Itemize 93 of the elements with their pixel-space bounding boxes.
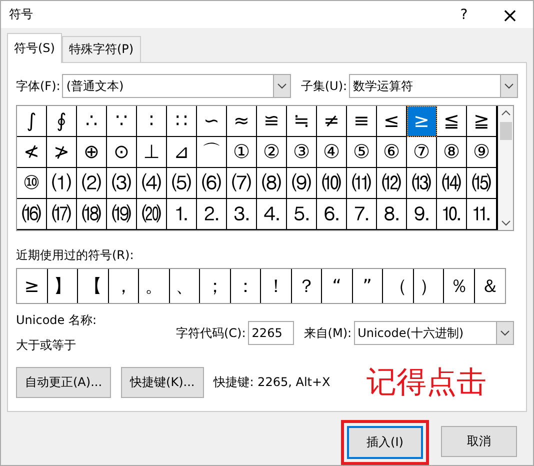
symbol-cell[interactable]: ∫: [17, 106, 47, 137]
symbol-cell[interactable]: ≌: [257, 106, 287, 137]
unicode-name: 大于或等于: [16, 337, 77, 354]
symbol-cell[interactable]: ⑵: [77, 168, 107, 199]
symbol-cell[interactable]: ⑿: [377, 168, 407, 199]
symbol-cell[interactable]: ⒄: [47, 199, 77, 230]
chevron-down-icon: [500, 330, 510, 336]
symbol-cell[interactable]: ⒀: [407, 168, 437, 199]
subset-label: 子集(U):: [300, 78, 348, 94]
symbol-cell[interactable]: ≦: [437, 106, 467, 137]
symbol-cell[interactable]: ⒂: [467, 168, 497, 199]
symbol-cell[interactable]: ①: [227, 137, 257, 168]
symbol-cell[interactable]: ⒋: [257, 199, 287, 230]
symbol-cell[interactable]: ⒁: [437, 168, 467, 199]
chevron-down-icon: [504, 83, 514, 89]
symbol-cell[interactable]: ⑹: [197, 168, 227, 199]
symbol-cell[interactable]: ⒇: [137, 199, 167, 230]
symbol-cell[interactable]: ⒌: [287, 199, 317, 230]
window-title: 符号: [9, 6, 34, 23]
symbol-cell[interactable]: ⊿: [167, 137, 197, 168]
symbol-cell[interactable]: ∽: [197, 106, 227, 137]
symbol-cell[interactable]: ⌒: [197, 137, 227, 168]
symbol-cell[interactable]: ⑻: [257, 168, 287, 199]
symbol-cell[interactable]: ≡: [347, 106, 377, 137]
symbol-cell[interactable]: ③: [287, 137, 317, 168]
symbol-cell[interactable]: ⑦: [407, 137, 437, 168]
cancel-button[interactable]: 取消: [441, 426, 517, 457]
symbol-cell[interactable]: ⑽: [317, 168, 347, 199]
tool-button[interactable]: 自动更正(A)...: [16, 367, 112, 398]
symbol-cell[interactable]: ⑼: [287, 168, 317, 199]
symbol-cell[interactable]: ∮: [47, 106, 77, 137]
symbol-cell[interactable]: ⒈: [167, 199, 197, 230]
symbol-cell[interactable]: ⑾: [347, 168, 377, 199]
symbol-cell[interactable]: ∴: [77, 106, 107, 137]
font-label: 字体(F):: [16, 78, 60, 94]
shortcut-text: 快捷键: 2265, Alt+X: [214, 374, 330, 391]
symbol-cell[interactable]: ⊙: [107, 137, 137, 168]
symbol-cell[interactable]: ∷: [167, 106, 197, 137]
subset-dropdown[interactable]: 数学运算符: [349, 74, 518, 98]
chevron-down-icon[interactable]: [500, 220, 510, 226]
symbol-cell[interactable]: ②: [257, 137, 287, 168]
symbol-cell[interactable]: ④: [317, 137, 347, 168]
symbol-cell[interactable]: ⑨: [467, 137, 497, 168]
symbol-cell[interactable]: ≥: [407, 106, 437, 137]
from-dropdown[interactable]: Unicode(十六进制): [354, 321, 514, 345]
symbol-cell[interactable]: ⒆: [107, 199, 137, 230]
symbol-cell[interactable]: ⒃: [17, 199, 47, 230]
symbol-cell[interactable]: ⒏: [377, 199, 407, 230]
symbol-cell[interactable]: ⒊: [227, 199, 257, 230]
symbol-cell[interactable]: ⑸: [167, 168, 197, 199]
symbol-cell[interactable]: ⑺: [227, 168, 257, 199]
chevron-up-icon[interactable]: [500, 110, 510, 116]
symbol-cell[interactable]: ≯: [47, 137, 77, 168]
unicode-name-label: Unicode 名称:: [16, 312, 98, 329]
symbol-cell[interactable]: ⑤: [347, 137, 377, 168]
symbol-cell[interactable]: ⑴: [47, 168, 77, 199]
tool-button[interactable]: 快捷键(K)...: [121, 367, 204, 398]
scrollbar-thumb[interactable]: [500, 122, 512, 140]
symbol-cell[interactable]: ⒍: [317, 199, 347, 230]
symbol-cell[interactable]: ⒎: [347, 199, 377, 230]
symbol-cell[interactable]: ≈: [227, 106, 257, 137]
recent-symbol[interactable]: ＆: [474, 269, 505, 303]
symbol-cell[interactable]: ∵: [107, 106, 137, 137]
symbol-cell[interactable]: ≒: [287, 106, 317, 137]
from-label: 来自(M):: [304, 324, 352, 342]
symbol-cell[interactable]: ≧: [467, 106, 497, 137]
scrollbar[interactable]: [498, 106, 513, 230]
annotation-text: 记得点击: [366, 364, 486, 402]
tab[interactable]: 符号(S): [7, 33, 62, 63]
symbol-cell[interactable]: ⑥: [377, 137, 407, 168]
tab[interactable]: 特殊字符(P): [62, 36, 141, 62]
symbol-cell[interactable]: ∶: [137, 106, 167, 137]
symbol-cell[interactable]: ⑷: [137, 168, 167, 199]
symbol-cell[interactable]: ≠: [317, 106, 347, 137]
help-button[interactable]: ?: [441, 6, 487, 22]
symbol-cell[interactable]: ⊥: [137, 137, 167, 168]
insert-button[interactable]: 插入(I): [347, 426, 423, 459]
font-dropdown[interactable]: (普通文本): [62, 74, 291, 98]
symbol-cell[interactable]: ⑶: [107, 168, 137, 199]
symbol-cell[interactable]: ⊕: [77, 137, 107, 168]
close-button[interactable]: ×: [487, 2, 533, 26]
symbol-cell[interactable]: ⒐: [407, 199, 437, 230]
symbol-cell[interactable]: ⒑: [437, 199, 467, 230]
chevron-down-icon: [276, 83, 287, 89]
symbol-cell[interactable]: ⒒: [467, 199, 497, 230]
symbol-cell[interactable]: ≮: [17, 137, 47, 168]
symbol-cell[interactable]: ⑩: [17, 168, 47, 199]
symbol-cell[interactable]: ⑧: [437, 137, 467, 168]
symbol-cell[interactable]: ⒉: [197, 199, 227, 230]
symbol-cell[interactable]: ⒅: [77, 199, 107, 230]
char-code-label: 字符代码(C):: [176, 324, 246, 342]
char-code-field[interactable]: 2265: [248, 321, 294, 345]
recent-label: 近期使用过的符号(R):: [16, 247, 135, 264]
